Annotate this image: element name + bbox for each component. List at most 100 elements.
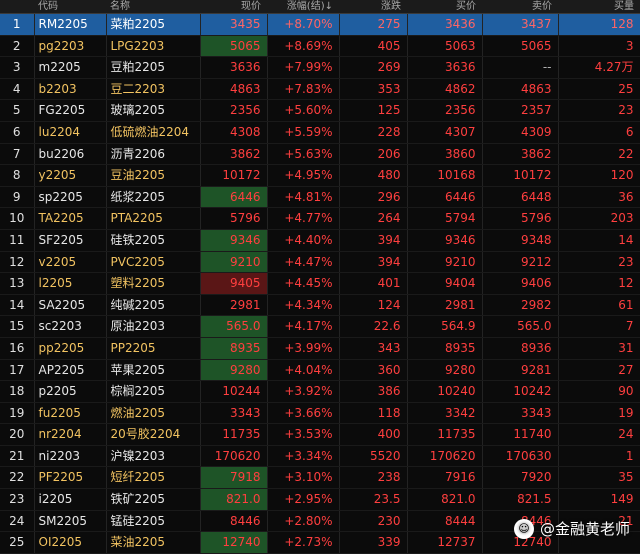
pct-change: +4.95% [267,164,340,187]
contract-code: p2205 [34,380,107,403]
table-row[interactable]: 8 y2205 豆油2205 10172 +4.95% 480 10168 10172 120 [0,164,640,187]
current-price: 9280 [200,359,268,382]
pct-change: +3.92% [267,380,340,403]
table-row[interactable]: 21 ni2203 沪镍2203 170620 +3.34% 5520 170620 1706… [0,445,640,468]
change: 228 [339,121,408,144]
change: 401 [339,272,408,295]
bid-price: 3860 [407,143,483,166]
table-row[interactable]: 3 m2205 豆粕2205 3636 +7.99% 269 3636 -- 4.27万 [0,56,640,79]
contract-code: b2203 [34,78,107,101]
table-row[interactable]: 12 v2205 PVC2205 9210 +4.47% 394 9210 9212 23 [0,251,640,274]
contract-code: TA2205 [34,207,107,230]
current-price: 8935 [200,337,268,360]
col-header-change[interactable]: 涨跌 [339,0,407,14]
col-header-pct-change[interactable]: 涨幅(结)↓ [267,0,339,14]
bid-price: 9404 [407,272,483,295]
row-index: 16 [0,337,35,360]
table-row[interactable]: 9 sp2205 纸浆2205 6446 +4.81% 296 6446 6448 36 [0,186,640,209]
current-price: 6446 [200,186,268,209]
table-row[interactable]: 4 b2203 豆二2203 4863 +7.83% 353 4862 4863 25 [0,78,640,101]
pct-change: +8.69% [267,35,340,58]
contract-name: 菜粕2205 [106,13,201,36]
table-row[interactable]: 1 RM2205 菜粕2205 3435 +8.70% 275 3436 3437 128 [0,13,640,36]
contract-name: 沪镍2203 [106,445,201,468]
change: 124 [339,294,408,317]
ask-price: 9212 [482,251,559,274]
contract-code: OI2205 [34,531,107,554]
change: 400 [339,423,408,446]
current-price: 7918 [200,466,268,490]
contract-code: AP2205 [34,359,107,382]
change: 22.6 [339,315,408,338]
bid-price: 3636 [407,56,483,79]
ask-price: 9281 [482,359,559,382]
ask-price: 10172 [482,164,559,187]
current-price: 4308 [200,121,268,144]
bid-volume: 24 [558,423,640,446]
current-price: 10172 [200,164,268,187]
current-price: 9210 [200,251,268,274]
col-header-index[interactable] [0,0,34,14]
pct-change: +8.70% [267,13,340,36]
col-header-price[interactable]: 现价 [200,0,267,14]
current-price: 4863 [200,78,268,101]
contract-name: 燃油2205 [106,402,201,425]
table-row[interactable]: 6 lu2204 低硫燃油2204 4308 +5.59% 228 4307 4309 6 [0,121,640,144]
change: 353 [339,78,408,101]
bid-price: 11735 [407,423,483,446]
row-index: 12 [0,251,35,274]
row-index: 20 [0,423,35,446]
change: 343 [339,337,408,360]
ask-price: 7920 [482,466,559,490]
bid-volume: 22 [558,143,640,166]
bid-price: 4307 [407,121,483,144]
current-price: 11735 [200,423,268,446]
current-price: 9405 [200,272,268,295]
table-row[interactable]: 18 p2205 棕榈2205 10244 +3.92% 386 10240 10242 90 [0,380,640,403]
col-header-bid-volume[interactable]: 买量 [558,0,640,14]
table-row[interactable]: 17 AP2205 苹果2205 9280 +4.04% 360 9280 9281 27 [0,359,640,382]
ask-price: 3437 [482,13,559,36]
table-row[interactable]: 15 sc2203 原油2203 565.0 +4.17% 22.6 564.9 565.0 7 [0,315,640,338]
ask-price: 11740 [482,423,559,446]
row-index: 22 [0,466,35,490]
contract-name: 纸浆2205 [106,186,201,209]
bid-volume: 36 [558,186,640,209]
col-header-name[interactable]: 名称 [106,0,200,14]
table-row[interactable]: 19 fu2205 燃油2205 3343 +3.66% 118 3342 3343 19 [0,402,640,425]
table-row[interactable]: 16 pp2205 PP2205 8935 +3.99% 343 8935 8936 31 [0,337,640,360]
table-row[interactable]: 22 PF2205 短纤2205 7918 +3.10% 238 7916 7920 35 [0,466,640,490]
bid-volume: 25 [558,78,640,101]
bid-price: 12737 [407,531,483,554]
table-row[interactable]: 20 nr2204 20号胶2204 11735 +3.53% 400 11735 11740… [0,423,640,446]
table-row[interactable]: 11 SF2205 硅铁2205 9346 +4.40% 394 9346 9348 14 [0,229,640,252]
bid-volume: 90 [558,380,640,403]
table-row[interactable]: 7 bu2206 沥青2206 3862 +5.63% 206 3860 3862 22 [0,143,640,166]
col-header-bid[interactable]: 买价 [407,0,482,14]
contract-code: pp2205 [34,337,107,360]
bid-volume: 6 [558,121,640,144]
col-header-ask[interactable]: 卖价 [482,0,558,14]
table-row[interactable]: 14 SA2205 纯碱2205 2981 +4.34% 124 2981 2982 61 [0,294,640,317]
table-row[interactable]: 5 FG2205 玻璃2205 2356 +5.60% 125 2356 2357 23 [0,99,640,122]
contract-code: sc2203 [34,315,107,338]
bid-price: 8935 [407,337,483,360]
contract-name: 豆粕2205 [106,56,201,79]
current-price: 2981 [200,294,268,317]
contract-name: 硅铁2205 [106,229,201,252]
ask-price: 821.5 [482,488,559,511]
contract-code: v2205 [34,251,107,274]
table-row[interactable]: 10 TA2205 PTA2205 5796 +4.77% 264 5794 5796 203 [0,207,640,230]
pct-change: +7.83% [267,78,340,101]
bid-price: 9210 [407,251,483,274]
bid-volume: 120 [558,164,640,187]
bid-volume: 149 [558,488,640,511]
table-row[interactable]: 2 pg2203 LPG2203 5065 +8.69% 405 5063 5065 3 [0,35,640,58]
table-row[interactable]: 13 l2205 塑料2205 9405 +4.45% 401 9404 9406 12 [0,272,640,295]
col-header-code[interactable]: 代码 [34,0,106,14]
contract-code: ni2203 [34,445,107,468]
table-row[interactable]: 23 i2205 铁矿2205 821.0 +2.95% 23.5 821.0 821.5 14… [0,488,640,511]
pct-change: +4.17% [267,315,340,338]
current-price: 3636 [200,56,268,79]
contract-code: RM2205 [34,13,107,36]
